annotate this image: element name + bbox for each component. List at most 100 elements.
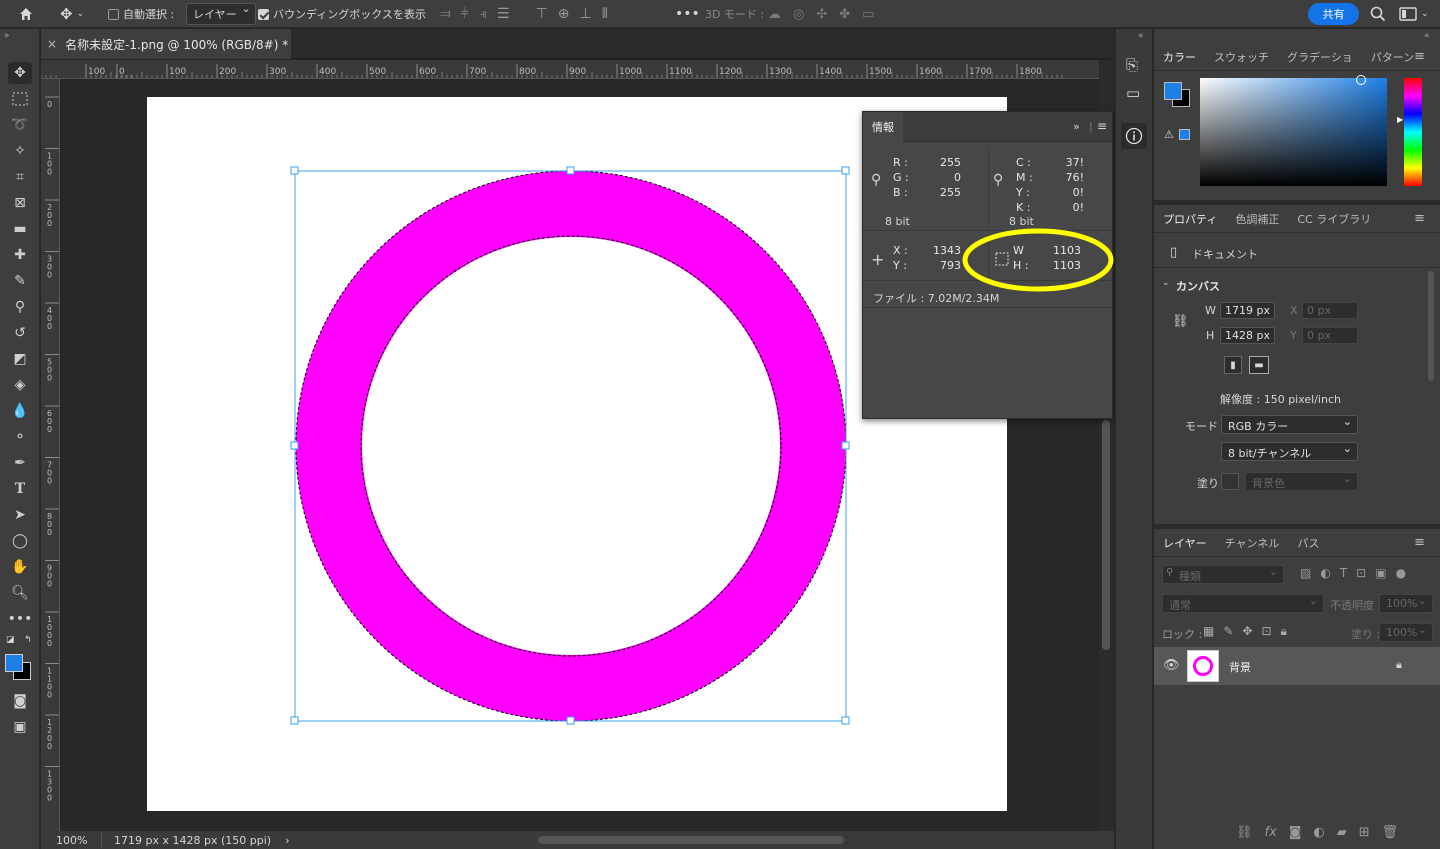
portrait-orientation-icon[interactable]: ▮ — [1224, 356, 1242, 374]
hue-slider-arrow-icon[interactable]: ▶ — [1397, 115, 1403, 124]
rgb-eyedropper-icon: ⚲ — [871, 172, 882, 188]
opacity-dropdown[interactable]: 100% — [1379, 594, 1433, 613]
panel-icon-strip: « ⎘ ▭ — [1115, 29, 1153, 849]
bbox-handle-bottom-right[interactable] — [841, 716, 850, 725]
zoom-level[interactable]: 100% — [41, 834, 101, 847]
lock-all-icon[interactable]: 🔒︎ — [1281, 624, 1287, 639]
filter-pixel-icon[interactable]: ▨ — [1300, 566, 1311, 580]
bbox-handle-right[interactable] — [841, 441, 850, 450]
comments-panel-icon[interactable]: ▭ — [1126, 84, 1140, 102]
layers-menu-icon[interactable]: ≡ — [1405, 535, 1434, 550]
cmyk-value: 0! — [1072, 201, 1084, 214]
fill-label: 塗り — [1197, 477, 1219, 490]
add-mask-icon[interactable]: ◙ — [1289, 825, 1302, 840]
cmyk-key: K : — [1016, 201, 1031, 214]
workspace-icon[interactable]: ⌄ — [1399, 0, 1429, 28]
cmyk-key: M : — [1016, 171, 1033, 184]
blend-mode-dropdown[interactable]: 通常 — [1162, 594, 1324, 613]
document-icon: ▯ — [1170, 245, 1178, 260]
landscape-orientation-icon[interactable]: ▬ — [1249, 356, 1269, 374]
layer-name[interactable]: 背景 — [1229, 659, 1251, 675]
layer-style-icon[interactable]: fx — [1265, 825, 1277, 840]
delete-layer-icon[interactable]: 🗑︎ — [1382, 825, 1399, 840]
tab-adjustments[interactable]: 色調補正 — [1226, 211, 1288, 227]
canvas-section-label[interactable]: カンバス — [1176, 278, 1220, 294]
tab-channels[interactable]: チャンネル — [1216, 535, 1289, 551]
filter-smart-object-icon[interactable]: ▣ — [1375, 566, 1386, 580]
new-group-icon[interactable]: ▰ — [1337, 825, 1347, 840]
info-collapse-icon[interactable]: » — [1073, 120, 1080, 133]
tab-swatches[interactable]: スウォッチ — [1205, 49, 1278, 65]
color-field[interactable] — [1200, 75, 1387, 186]
rgb-bit-depth: 8 bit — [885, 215, 910, 228]
status-arrow-icon[interactable]: › — [285, 834, 289, 847]
cp-foreground-swatch[interactable] — [1164, 82, 1182, 100]
color-picker-cursor[interactable] — [1356, 75, 1366, 85]
layer-row-background[interactable]: 👁︎ 背景 🔒︎ — [1154, 647, 1440, 685]
info-tab[interactable]: 情報 — [863, 112, 903, 142]
filter-toggle-icon[interactable]: ● — [1396, 566, 1406, 580]
layer-lock-icon[interactable]: 🔒︎ — [1396, 658, 1402, 672]
fill-color-swatch[interactable] — [1221, 473, 1239, 490]
color-panel-menu-icon[interactable]: ≡ — [1405, 49, 1434, 64]
lock-position-icon[interactable]: ✥ — [1242, 624, 1252, 639]
tab-color[interactable]: カラー — [1154, 49, 1205, 65]
cmyk-row: K : 0! — [1016, 201, 1084, 214]
search-icon[interactable] — [1370, 0, 1386, 28]
bit-depth-dropdown[interactable]: 8 bit/チャンネル — [1221, 442, 1358, 461]
bbox-handle-top-left[interactable] — [290, 166, 299, 175]
layer-filter-dropdown[interactable]: 種類 — [1162, 565, 1284, 584]
strip-collapse-icon[interactable]: « — [1138, 31, 1144, 41]
fill-dropdown[interactable]: 背景色 — [1245, 472, 1358, 491]
tab-cc-libraries[interactable]: CC ライブラリ — [1288, 211, 1380, 227]
filter-adjustment-icon[interactable]: ◐ — [1320, 566, 1330, 580]
bbox-handle-bottom-left[interactable] — [290, 716, 299, 725]
new-layer-icon[interactable]: ⊞ — [1359, 825, 1370, 840]
layer-thumbnail — [1187, 650, 1219, 682]
history-panel-icon[interactable]: ⎘ — [1126, 56, 1138, 74]
layer-visibility-eye-icon[interactable]: 👁︎ — [1163, 658, 1180, 673]
link-dimensions-icon[interactable]: ⛓ — [1172, 314, 1189, 329]
canvas-width-input[interactable]: 1719 px — [1220, 302, 1275, 319]
rgb-value: 0 — [954, 171, 961, 184]
bbox-handle-left[interactable] — [290, 441, 299, 450]
new-adjustment-layer-icon[interactable]: ◐ — [1313, 825, 1324, 840]
canvas-y-input[interactable]: 0 px — [1302, 327, 1358, 344]
share-button[interactable]: 共有 — [1308, 3, 1359, 25]
properties-scroll-thumb[interactable] — [1428, 271, 1434, 381]
tab-gradients[interactable]: グラデーショ — [1278, 49, 1362, 65]
bbox-handle-bottom[interactable] — [566, 716, 575, 725]
lock-transparency-icon[interactable]: ▦ — [1203, 624, 1214, 639]
info-panel-icon[interactable] — [1121, 123, 1147, 149]
vertical-scroll-thumb[interactable] — [1102, 420, 1110, 650]
rgb-value: 255 — [940, 156, 961, 169]
canvas-height-input[interactable]: 1428 px — [1220, 327, 1275, 344]
tab-properties[interactable]: プロパティ — [1154, 211, 1226, 227]
cmyk-key: C : — [1016, 156, 1031, 169]
tab-layers[interactable]: レイヤー — [1154, 535, 1216, 551]
filter-type-icon[interactable]: T — [1340, 566, 1347, 580]
filter-shape-icon[interactable]: ⊡ — [1356, 566, 1366, 580]
lock-image-icon[interactable]: ✎ — [1223, 624, 1233, 639]
layer-fill-dropdown[interactable]: 100% — [1379, 623, 1433, 642]
info-menu-icon[interactable]: ≡ — [1097, 119, 1107, 133]
bbox-handle-top[interactable] — [566, 166, 575, 175]
status-bar: 100% 1719 px x 1428 px (150 ppi) › — [41, 831, 1114, 849]
color-mode-dropdown[interactable]: RGB カラー — [1221, 415, 1358, 434]
canvas-x-input[interactable]: 0 px — [1302, 302, 1358, 319]
canvas-h-label: H — [1206, 329, 1215, 342]
properties-menu-icon[interactable]: ≡ — [1405, 211, 1434, 226]
cursor-position-row: Y : 793 — [893, 259, 961, 272]
gamut-warning-icon[interactable]: ⚠ — [1164, 128, 1174, 141]
right-collapse-icon[interactable]: « — [1424, 31, 1430, 41]
hue-slider[interactable] — [1404, 78, 1422, 186]
horizontal-scroll-thumb[interactable] — [538, 836, 844, 844]
gamut-swatch[interactable] — [1179, 129, 1190, 140]
tab-paths[interactable]: パス — [1288, 535, 1328, 551]
magenta-ring[interactable] — [296, 171, 846, 721]
canvas-section-chevron-icon[interactable]: ⌄ — [1162, 278, 1170, 288]
lock-artboard-icon[interactable]: ⊡ — [1261, 624, 1271, 639]
crosshair-icon: + — [871, 250, 885, 269]
link-layers-icon[interactable]: ⛓ — [1236, 825, 1253, 840]
bbox-handle-top-right[interactable] — [841, 166, 850, 175]
